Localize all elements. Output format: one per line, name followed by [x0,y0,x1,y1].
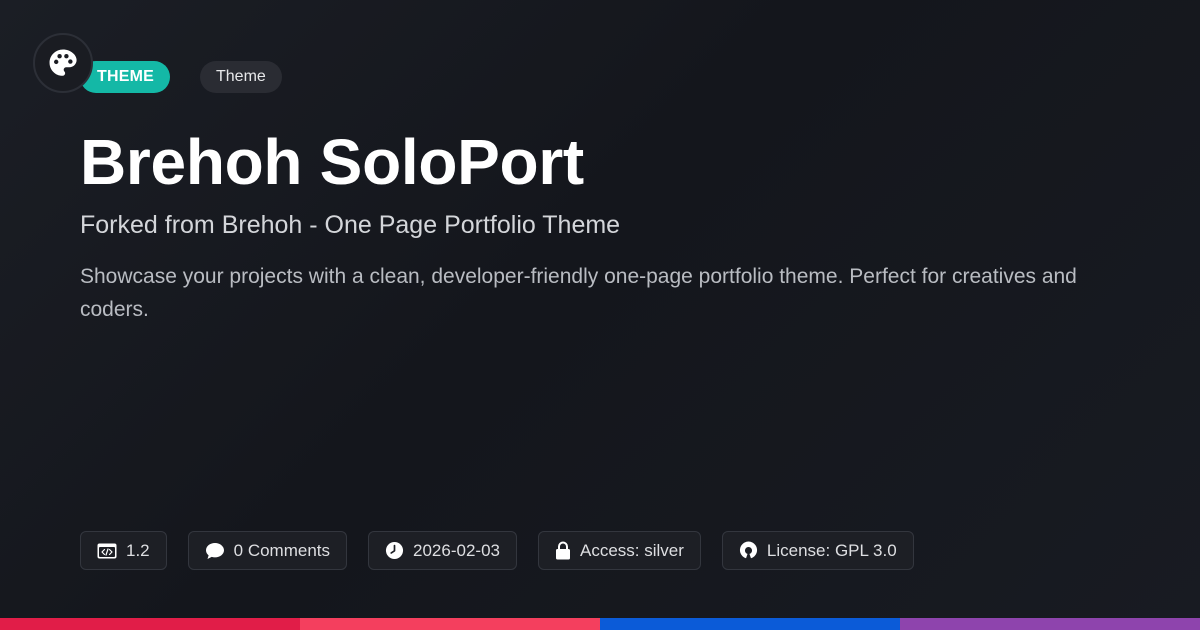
accent-bar-segment [0,618,300,630]
page-subtitle: Forked from Brehoh - One Page Portfolio … [80,211,621,239]
open-source-icon [739,541,757,559]
accent-bar-segment [300,618,600,630]
palette-icon [49,49,77,76]
code-window-icon [97,543,117,558]
version-chip: 1.2 [80,531,167,570]
page-description: Showcase your projects with a clean, dev… [80,265,1077,321]
access-chip: Access: silver [537,531,701,570]
date-label: 2026-02-03 [413,540,500,560]
date-chip: 2026-02-03 [368,531,517,570]
accent-bar [0,618,1200,630]
type-badge: THEME [80,61,170,93]
version-label: 1.2 [126,540,150,560]
comments-chip[interactable]: 0 Comments [187,531,348,570]
accent-bar-segment [600,618,900,630]
license-chip[interactable]: License: GPL 3.0 [721,531,914,570]
access-label: Access: silver [579,540,684,560]
clock-icon [385,541,404,560]
license-label: License: GPL 3.0 [766,540,897,560]
comments-label: 0 Comments [233,540,331,560]
lock-icon [555,541,570,560]
category-tag[interactable]: Theme [200,61,282,93]
comment-icon [205,542,224,559]
page-title: Brehoh SoloPort [80,126,584,198]
accent-bar-segment [900,618,1200,630]
logo [33,33,93,93]
meta-row: 1.2 0 Comments 2026-02-03 Access: silver… [80,531,914,570]
